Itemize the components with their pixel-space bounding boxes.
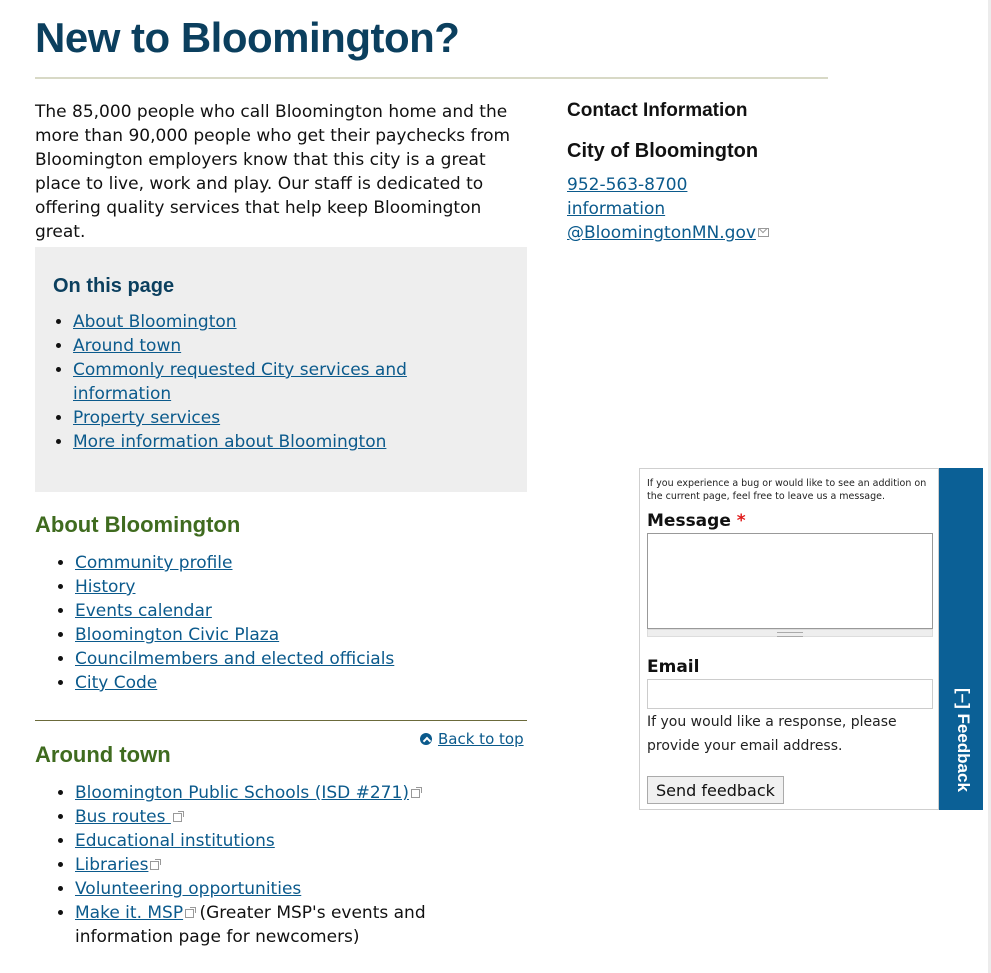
list-item: More information about Bloomington (73, 430, 473, 454)
email-link[interactable]: information @BloomingtonMN.gov (567, 197, 827, 245)
required-marker: * (736, 511, 746, 531)
link-events-calendar[interactable]: Events calendar (75, 601, 212, 621)
message-textarea[interactable] (647, 533, 933, 629)
link-civic-plaza[interactable]: Bloomington Civic Plaza (75, 625, 279, 645)
list-item: About Bloomington (73, 310, 473, 334)
toc-link-more-info[interactable]: More information about Bloomington (73, 432, 386, 452)
contact-information: Contact Information City of Bloomington … (567, 100, 827, 245)
email-help-text: If you would like a response, please pro… (647, 714, 897, 754)
external-link-icon (410, 787, 422, 798)
link-volunteering[interactable]: Volunteering opportunities (75, 879, 301, 899)
link-make-it-msp[interactable]: Make it. MSP (75, 903, 183, 923)
textarea-resize-handle[interactable] (647, 629, 933, 637)
list-item: Property services (73, 406, 473, 430)
list-item: Commonly requested City services and inf… (73, 358, 473, 406)
toc-heading: On this page (53, 275, 175, 297)
list-item: Make it. MSP (Greater MSP's events and i… (75, 901, 515, 949)
on-this-page-box: On this page About Bloomington Around to… (35, 247, 527, 492)
email-line-2: @BloomingtonMN.gov (567, 223, 756, 243)
feedback-form: If you experience a bug or would like to… (639, 468, 939, 810)
about-list: Community profile History Events calenda… (37, 551, 555, 695)
list-item: Bloomington Public Schools (ISD #271) (75, 781, 515, 805)
intro-paragraph: The 85,000 people who call Bloomington h… (35, 102, 511, 242)
about-heading: About Bloomington (35, 512, 241, 537)
contact-org: City of Bloomington (567, 140, 759, 162)
around-town-heading: Around town (35, 742, 171, 767)
link-city-code[interactable]: City Code (75, 673, 157, 693)
message-label: Message * (647, 511, 746, 531)
chevron-up-circle-icon (420, 733, 432, 745)
list-item: City Code (75, 671, 555, 695)
link-libraries[interactable]: Libraries (75, 855, 148, 875)
email-label: Email (647, 657, 700, 677)
list-item: Events calendar (75, 599, 555, 623)
feedback-toggle-tab[interactable]: [–] Feedback (939, 468, 983, 810)
link-community-profile[interactable]: Community profile (75, 553, 233, 573)
external-link-icon (172, 811, 184, 822)
feedback-tab-label: [–] Feedback (954, 688, 973, 792)
list-item: History (75, 575, 555, 599)
contact-heading: Contact Information (567, 100, 748, 121)
phone-link[interactable]: 952-563-8700 (567, 173, 827, 197)
title-divider (35, 77, 828, 79)
around-town-list: Bloomington Public Schools (ISD #271) Bu… (37, 781, 515, 949)
message-label-text: Message (647, 511, 731, 531)
link-educational-institutions[interactable]: Educational institutions (75, 831, 275, 851)
link-history[interactable]: History (75, 577, 135, 597)
external-link-icon (185, 907, 197, 918)
list-item: Around town (73, 334, 473, 358)
toc-link-about[interactable]: About Bloomington (73, 312, 237, 332)
send-feedback-button[interactable]: Send feedback (647, 776, 784, 804)
toc-link-city-services[interactable]: Commonly requested City services and inf… (73, 360, 407, 404)
list-item: Libraries (75, 853, 515, 877)
list-item: Bloomington Civic Plaza (75, 623, 555, 647)
page-title: New to Bloomington? (35, 14, 460, 61)
link-councilmembers[interactable]: Councilmembers and elected officials (75, 649, 394, 669)
email-line-1: information (567, 199, 666, 219)
list-item: Volunteering opportunities (75, 877, 515, 901)
email-input[interactable] (647, 679, 933, 709)
list-item: Educational institutions (75, 829, 515, 853)
list-item: Community profile (75, 551, 555, 575)
link-public-schools[interactable]: Bloomington Public Schools (ISD #271) (75, 783, 409, 803)
toc-link-property-services[interactable]: Property services (73, 408, 220, 428)
list-item: Bus routes (75, 805, 515, 829)
link-bus-routes[interactable]: Bus routes (75, 807, 171, 827)
section-divider (35, 720, 527, 721)
external-link-icon (150, 859, 162, 870)
back-to-top-link[interactable]: Back to top (420, 730, 524, 748)
feedback-help-text: If you experience a bug or would like to… (647, 478, 927, 502)
list-item: Councilmembers and elected officials (75, 647, 555, 671)
mail-icon (757, 228, 769, 237)
back-to-top-label: Back to top (438, 730, 524, 748)
toc-list: About Bloomington Around town Commonly r… (35, 310, 473, 454)
toc-link-around-town[interactable]: Around town (73, 336, 181, 356)
